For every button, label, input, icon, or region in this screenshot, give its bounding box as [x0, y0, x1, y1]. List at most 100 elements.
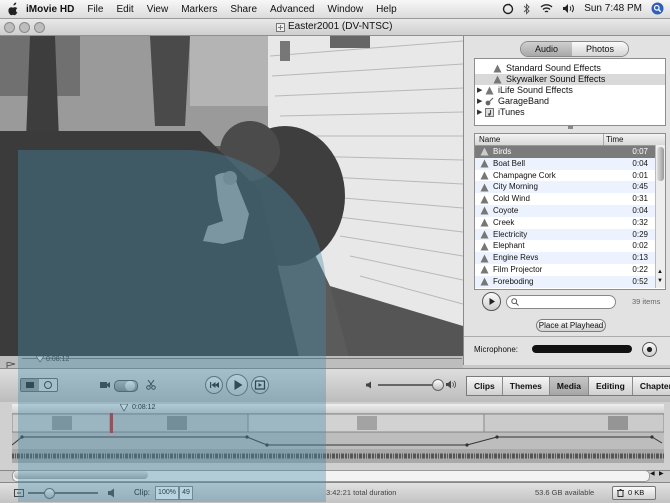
audio-track-1[interactable]: [11, 433, 664, 449]
close-window-button[interactable]: [4, 22, 15, 33]
video-frame-image: [0, 36, 463, 361]
scrollbar-thumb[interactable]: [14, 471, 148, 479]
volume-slider[interactable]: [378, 384, 440, 386]
menu-app-name[interactable]: iMovie HD: [26, 4, 74, 15]
list-item[interactable]: Elephant 0:02: [475, 240, 665, 252]
video-viewer[interactable]: [0, 36, 463, 361]
sound-time: 0:04: [632, 205, 648, 215]
volume-icon[interactable]: [562, 3, 575, 14]
menu-view[interactable]: View: [147, 4, 169, 15]
volume-icon: [108, 488, 114, 498]
viewer-scrubber[interactable]: 0:08:12: [0, 356, 463, 368]
fullscreen-play-button[interactable]: [251, 376, 269, 394]
list-item[interactable]: Engine Revs 0:13: [475, 252, 665, 264]
menu-file[interactable]: File: [87, 4, 103, 15]
menu-edit[interactable]: Edit: [116, 4, 133, 15]
spotlight-icon[interactable]: [651, 2, 664, 15]
source-item[interactable]: Standard Sound Effects: [475, 63, 665, 74]
source-item[interactable]: ▶ iLife Sound Effects: [475, 85, 665, 96]
source-label: iTunes: [498, 107, 525, 117]
search-input[interactable]: [506, 295, 616, 309]
sync-icon[interactable]: [502, 3, 514, 15]
disclosure-triangle-icon[interactable]: ▶: [477, 85, 485, 96]
scroll-down-arrow-icon[interactable]: ▼: [657, 278, 663, 284]
list-item[interactable]: Champagne Cork 0:01: [475, 170, 665, 182]
play-button[interactable]: [226, 374, 248, 396]
tab-audio[interactable]: Audio: [521, 42, 573, 56]
list-item[interactable]: Film Projector 0:22: [475, 264, 665, 276]
audio-track-2[interactable]: [12, 449, 664, 463]
disclosure-triangle-icon[interactable]: ▶: [477, 96, 485, 107]
list-item[interactable]: Birds 0:07: [475, 146, 665, 158]
bluetooth-icon[interactable]: [523, 2, 531, 15]
tab-clips[interactable]: Clips: [467, 377, 503, 395]
place-at-playhead-button[interactable]: Place at Playhead: [536, 319, 606, 332]
tab-media[interactable]: Media: [549, 377, 589, 395]
zoom-slider-knob[interactable]: [44, 488, 55, 499]
rewind-button[interactable]: [205, 376, 223, 394]
sound-list-scrollbar[interactable]: ▲ ▼: [655, 145, 665, 288]
window-controls: [4, 22, 45, 33]
split-divider-handle[interactable]: [568, 126, 573, 129]
list-item[interactable]: Boat Bell 0:04: [475, 157, 665, 170]
source-item[interactable]: Skywalker Sound Effects: [475, 74, 665, 85]
sound-time: 0:04: [632, 158, 648, 168]
scroll-left-arrow-icon[interactable]: ◀: [650, 470, 655, 477]
list-item[interactable]: Creek 0:32: [475, 217, 665, 229]
clip-volume-field[interactable]: 100%: [155, 486, 179, 500]
sound-effects-icon: [485, 86, 494, 95]
menu-advanced[interactable]: Advanced: [270, 4, 314, 15]
disclosure-triangle-icon[interactable]: ▶: [477, 107, 485, 118]
menu-help[interactable]: Help: [376, 4, 397, 15]
audio-waveform: [12, 449, 664, 463]
menu-share[interactable]: Share: [230, 4, 257, 15]
source-label: iLife Sound Effects: [498, 85, 573, 95]
source-item[interactable]: ▶ iTunes: [475, 107, 665, 118]
wifi-icon[interactable]: [540, 3, 553, 14]
sound-time: 0:22: [632, 264, 648, 274]
menu-clock[interactable]: Sun 7:48 PM: [584, 3, 642, 14]
sound-name: Champagne Cork: [493, 170, 556, 180]
record-button[interactable]: [642, 342, 657, 357]
play-icon: [489, 298, 495, 305]
preview-play-button[interactable]: [482, 292, 501, 311]
scrubber-playhead-icon[interactable]: [36, 356, 44, 363]
scroll-up-arrow-icon[interactable]: ▲: [657, 269, 663, 275]
tab-photos[interactable]: Photos: [572, 42, 629, 56]
minimize-window-button[interactable]: [19, 22, 30, 33]
scroll-right-arrow-icon[interactable]: ▶: [659, 470, 664, 477]
record-icon: [646, 346, 653, 353]
volume-slider-knob[interactable]: [432, 379, 444, 391]
trash-button[interactable]: 0 KB: [612, 486, 656, 500]
list-item[interactable]: Cold Wind 0:31: [475, 193, 665, 205]
clip-extra-field[interactable]: 49: [179, 486, 193, 500]
timeline-zoom-slider[interactable]: [28, 492, 98, 494]
apple-menu-icon[interactable]: [6, 2, 20, 16]
timeline-playhead-icon[interactable]: [120, 404, 128, 412]
column-header-time[interactable]: Time: [604, 134, 654, 145]
sound-name: Engine Revs: [493, 253, 539, 263]
timeline-view-button[interactable]: [39, 379, 57, 391]
menu-window[interactable]: Window: [328, 4, 364, 15]
tab-editing[interactable]: Editing: [589, 377, 633, 395]
tab-themes[interactable]: Themes: [502, 377, 550, 395]
camera-edit-mode-switch[interactable]: [114, 380, 138, 392]
sound-time: 0:52: [632, 276, 648, 286]
scrollbar-thumb[interactable]: [657, 147, 664, 181]
list-item[interactable]: Coyote 0:04: [475, 204, 665, 217]
sound-time: 0:07: [632, 147, 648, 156]
menu-markers[interactable]: Markers: [181, 4, 217, 15]
list-item[interactable]: City Morning 0:45: [475, 181, 665, 194]
zoom-window-button[interactable]: [34, 22, 45, 33]
microphone-level-meter: [532, 345, 632, 353]
video-track[interactable]: [11, 413, 665, 433]
window-title-bar[interactable]: Easter2001 (DV-NTSC): [0, 19, 670, 36]
list-item[interactable]: Foreboding 0:52: [475, 275, 665, 288]
sound-name: Elephant: [493, 241, 525, 251]
list-item[interactable]: Electricity 0:29: [475, 228, 665, 241]
column-header-name[interactable]: Name: [475, 134, 604, 145]
source-item[interactable]: ▶ GarageBand: [475, 96, 665, 107]
search-icon: [511, 298, 519, 306]
tab-chapters[interactable]: Chapters: [632, 377, 670, 395]
clip-view-button[interactable]: [21, 379, 39, 391]
